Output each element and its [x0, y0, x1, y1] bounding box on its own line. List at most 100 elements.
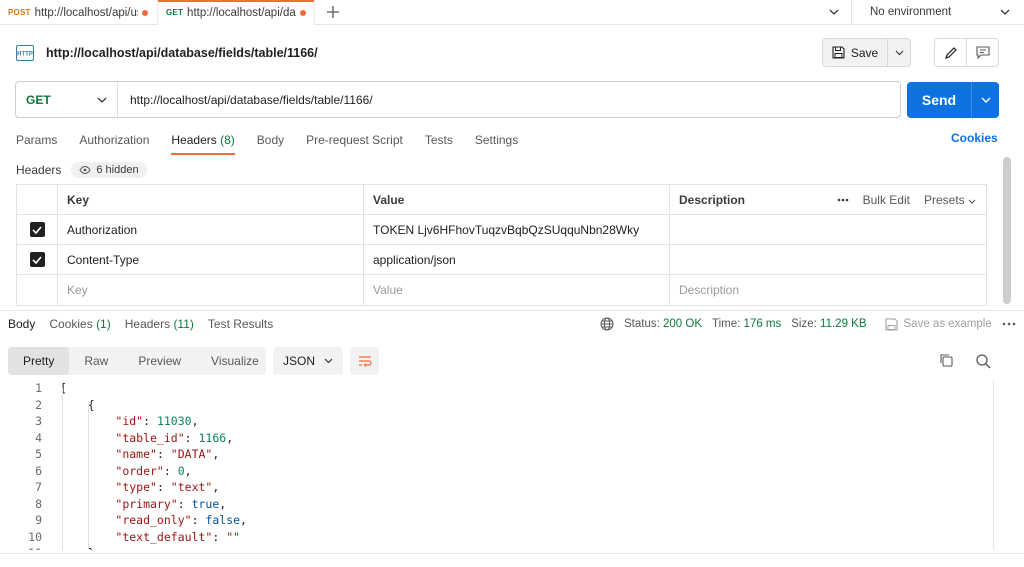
editor-scrollbar-track[interactable] [993, 380, 994, 550]
code-line: 5 "name": "DATA", [0, 446, 1024, 463]
tab-headers[interactable]: Headers (8) [171, 131, 236, 155]
new-tab-button[interactable] [315, 0, 351, 24]
view-pretty[interactable]: Pretty [8, 347, 70, 375]
new-description-input[interactable]: Description [670, 275, 986, 305]
header-key-cell[interactable]: Content-Type [58, 245, 364, 274]
line-number: 2 [35, 397, 42, 412]
hidden-headers-toggle[interactable]: 6 hidden [71, 162, 147, 178]
status-info[interactable]: Status: 200 OK [624, 318, 702, 330]
code-token: 11030 [156, 414, 192, 429]
code-token: , [212, 480, 220, 495]
url-input[interactable]: http://localhost/api/database/fields/tab… [118, 93, 900, 107]
wrap-lines-button[interactable] [350, 347, 379, 375]
response-body-editor[interactable]: 1[2 {3 "id": 11030, 4 "table_id": 1166, 5 … [0, 380, 1024, 550]
copy-icon[interactable] [939, 353, 953, 367]
new-value-input[interactable]: Value [364, 275, 670, 305]
code-token: , [191, 414, 199, 429]
code-text: { [42, 398, 95, 412]
response-view-selector: Pretty Raw Preview Visualize [8, 347, 266, 375]
code-text: "name": "DATA", [42, 447, 219, 461]
globe-icon[interactable] [600, 317, 614, 331]
line-number: 4 [35, 430, 42, 445]
time-info[interactable]: Time: 176 ms [712, 318, 781, 330]
code-text: "table_id": 1166, [42, 431, 233, 445]
tab-body[interactable]: Body [257, 131, 284, 155]
more-icon[interactable] [837, 198, 849, 202]
tab-params[interactable]: Params [16, 131, 57, 155]
edit-button[interactable] [935, 39, 967, 66]
url-bar: GET http://localhost/api/database/fields… [15, 81, 901, 118]
headers-table: Key Value Description Bulk Edit Presets … [16, 184, 987, 306]
code-token: "id" [115, 414, 144, 429]
tab-prerequest-script[interactable]: Pre-request Script [306, 131, 403, 155]
documentation-button[interactable] [967, 39, 998, 66]
send-options-button[interactable] [972, 82, 999, 118]
view-visualize[interactable]: Visualize [196, 347, 274, 375]
view-raw[interactable]: Raw [69, 347, 123, 375]
method-select[interactable]: GET [16, 82, 118, 117]
line-number: 5 [35, 447, 42, 462]
tab-tests[interactable]: Tests [425, 131, 453, 155]
environment-select[interactable]: No environment [852, 0, 1024, 24]
new-key-input[interactable]: Key [58, 275, 364, 305]
header-key-cell[interactable]: Authorization [58, 215, 364, 244]
save-button[interactable]: Save [823, 39, 888, 66]
response-tab-test-results[interactable]: Test Results [208, 317, 273, 331]
table-row: Content-Type application/json [17, 245, 986, 275]
line-number: 8 [35, 496, 42, 511]
presets-button[interactable]: Presets [924, 193, 976, 207]
request-title: HTTP http://localhost/api/database/field… [16, 40, 318, 66]
save-options-button[interactable] [888, 39, 910, 66]
status-footer [0, 553, 1024, 567]
more-icon[interactable] [1002, 322, 1016, 326]
header-value-cell[interactable]: application/json [364, 245, 670, 274]
tab-users-request[interactable]: POST http://localhost/api/users/ [0, 0, 158, 25]
presets-label: Presets [923, 192, 965, 207]
code-text: "type": "text", [42, 480, 219, 494]
save-button-group: Save [822, 38, 911, 67]
code-token: 1166 [198, 430, 227, 445]
save-as-example-button[interactable]: Save as example [884, 317, 992, 331]
view-mode-group [934, 38, 999, 67]
code-token: , [219, 496, 227, 511]
format-select[interactable]: JSON [273, 347, 343, 375]
code-text: "id": 11030, [42, 414, 199, 429]
save-icon [832, 46, 845, 59]
header-description-cell[interactable] [670, 215, 986, 244]
search-icon[interactable] [975, 353, 991, 369]
send-button[interactable]: Send [907, 82, 972, 118]
status-label: Status: [624, 318, 660, 330]
http-icon: HTTP [16, 45, 34, 61]
view-preview[interactable]: Preview [123, 347, 196, 375]
code-token: , [240, 513, 247, 528]
chevron-down-icon [981, 97, 990, 103]
header-value-cell[interactable]: TOKEN Ljv6HFhovTuqzvBqbQzSUqquNbn28Wky [364, 215, 670, 244]
cookies-link[interactable]: Cookies [951, 131, 998, 145]
code-line: 10 "text_default": "" [0, 529, 1024, 546]
headers-count: (8) [220, 133, 235, 147]
tab-fields-request[interactable]: GET http://localhost/api/database/fields… [158, 0, 315, 25]
response-tab-headers[interactable]: Headers (11) [125, 317, 194, 331]
tab-settings[interactable]: Settings [475, 131, 518, 155]
code-token: "DATA" [170, 447, 213, 462]
tab-list-button[interactable] [816, 0, 852, 24]
request-name[interactable]: http://localhost/api/database/fields/tab… [46, 46, 318, 60]
code-token: : [184, 430, 199, 445]
row-checkbox[interactable] [29, 222, 45, 237]
tab-headers-label: Headers [171, 133, 217, 147]
response-tab-body[interactable]: Body [8, 317, 35, 331]
status-value: 200 OK [663, 318, 703, 330]
tab-method: POST [8, 8, 31, 17]
row-checkbox-cell [17, 215, 58, 244]
header-description-cell[interactable] [670, 245, 986, 274]
bulk-edit-button[interactable]: Bulk Edit [863, 193, 910, 207]
tab-authorization[interactable]: Authorization [79, 131, 149, 155]
response-divider[interactable] [0, 310, 1024, 311]
request-scrollbar[interactable] [1003, 157, 1011, 304]
row-checkbox[interactable] [29, 252, 45, 267]
size-info[interactable]: Size: 11.29 KB [791, 318, 866, 330]
code-token: : [177, 496, 192, 511]
code-token: , [226, 430, 234, 445]
response-tab-cookies[interactable]: Cookies (1) [49, 317, 110, 331]
code-line: 2 { [0, 397, 1024, 414]
